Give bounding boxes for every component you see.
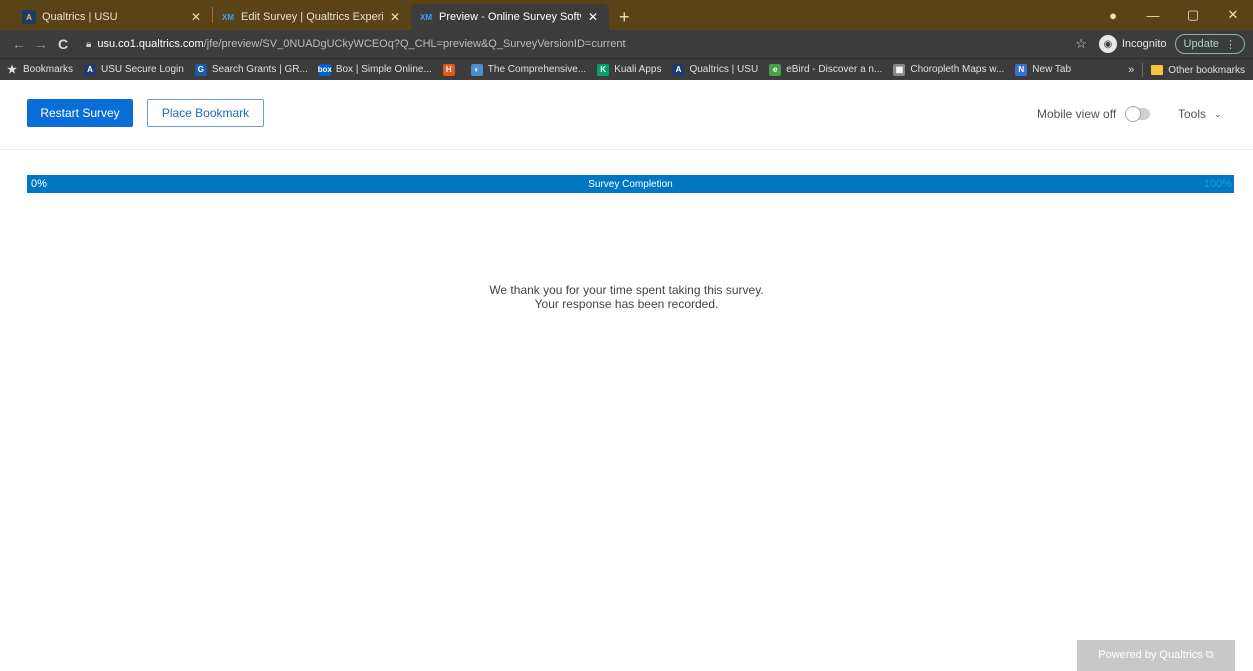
bookmark-item[interactable]: G Search Grants | GR... bbox=[194, 63, 308, 76]
survey-progress-bar: 0% Survey Completion 100% bbox=[27, 175, 1234, 193]
tools-menu[interactable]: Tools ⌄ bbox=[1178, 107, 1222, 121]
restart-survey-button[interactable]: Restart Survey bbox=[27, 99, 133, 127]
xm-logo-icon: XM bbox=[222, 12, 234, 22]
bookmark-favicon-icon: H bbox=[442, 63, 455, 76]
bookmark-label: New Tab bbox=[1032, 64, 1072, 75]
bookmark-item[interactable]: ▦ Choropleth Maps w... bbox=[893, 63, 1005, 76]
bookmark-label: Kuali Apps bbox=[614, 64, 662, 75]
bookmark-favicon-icon: N bbox=[1015, 63, 1028, 76]
tab-title: Preview - Online Survey Software bbox=[439, 11, 581, 23]
place-bookmark-button[interactable]: Place Bookmark bbox=[147, 99, 264, 127]
bookmark-label: Box | Simple Online... bbox=[335, 64, 432, 75]
mobile-view-toggle[interactable] bbox=[1125, 106, 1151, 122]
address-bar[interactable]: 🔒︎ usu.co1.qualtrics.com /jfe/preview/SV… bbox=[78, 33, 1075, 55]
bookmark-label: Bookmarks bbox=[23, 64, 74, 75]
incognito-icon: ◉ bbox=[1098, 35, 1117, 53]
bookmark-label: eBird - Discover a n... bbox=[786, 64, 883, 75]
bookmark-favicon-icon: ▦ bbox=[893, 63, 906, 76]
incognito-indicator[interactable]: ◉ Incognito bbox=[1098, 35, 1167, 53]
close-icon[interactable]: ✕ bbox=[585, 10, 601, 24]
bookmark-item[interactable]: A Qualtrics | USU bbox=[672, 63, 759, 76]
reload-icon[interactable]: C bbox=[52, 36, 74, 52]
back-arrow-icon[interactable]: ← bbox=[8, 36, 30, 52]
tab-preview[interactable]: XM Preview - Online Survey Software ✕ bbox=[411, 4, 609, 30]
browser-chrome: A Qualtrics | USU ✕ XM Edit Survey | Qua… bbox=[0, 0, 1253, 80]
new-tab-button[interactable]: + bbox=[609, 4, 640, 30]
bookmark-item[interactable]: H bbox=[442, 63, 460, 76]
bookmark-label: The Comprehensive... bbox=[487, 64, 587, 75]
tools-label: Tools bbox=[1178, 107, 1207, 121]
tab-edit-survey[interactable]: XM Edit Survey | Qualtrics Experience ✕ bbox=[213, 4, 411, 30]
incognito-label: Incognito bbox=[1121, 38, 1167, 50]
bookmark-item[interactable]: A USU Secure Login bbox=[84, 63, 184, 76]
survey-page: Restart Survey Place Bookmark Mobile vie… bbox=[0, 80, 1253, 671]
bookmark-item[interactable]: e eBird - Discover a n... bbox=[769, 63, 883, 76]
address-host: usu.co1.qualtrics.com bbox=[97, 38, 204, 50]
bookmark-favicon-icon: G bbox=[194, 63, 207, 76]
progress-center-label: Survey Completion bbox=[588, 178, 673, 190]
minimize-icon[interactable]: — bbox=[1133, 8, 1173, 23]
bookmark-label: USU Secure Login bbox=[101, 64, 184, 75]
close-icon[interactable]: ✕ bbox=[387, 10, 403, 24]
kebab-menu-icon: ⋮ bbox=[1225, 38, 1236, 51]
powered-by-qualtrics-link[interactable]: Powered by Qualtrics ⧉ bbox=[1077, 640, 1235, 671]
bookmark-favicon-icon: K bbox=[597, 63, 610, 76]
bookmark-label: Search Grants | GR... bbox=[211, 64, 308, 75]
address-path: /jfe/preview/SV_0NUADgUCkyWCEOq?Q_CHL=pr… bbox=[203, 38, 626, 50]
lock-icon: 🔒︎ bbox=[86, 38, 92, 50]
bookmark-favicon-icon: A bbox=[84, 63, 97, 76]
tab-strip: A Qualtrics | USU ✕ XM Edit Survey | Qua… bbox=[0, 0, 1253, 30]
tab-title: Qualtrics | USU bbox=[42, 11, 118, 23]
chevron-down-icon: ⌄ bbox=[1214, 108, 1222, 119]
close-window-icon[interactable]: ✕ bbox=[1213, 7, 1253, 23]
bookmark-label: Qualtrics | USU bbox=[689, 64, 759, 75]
end-of-survey-message: We thank you for your time spent taking … bbox=[0, 283, 1253, 311]
usu-logo-icon: A bbox=[22, 10, 36, 24]
forward-arrow-icon[interactable]: → bbox=[30, 36, 52, 52]
tab-title: Edit Survey | Qualtrics Experience bbox=[241, 11, 383, 23]
bookmarks-right: » Other bookmarks bbox=[1128, 59, 1245, 80]
mobile-view-label: Mobile view off bbox=[1037, 107, 1117, 121]
divider bbox=[1142, 63, 1144, 77]
tab-qualtrics-usu[interactable]: A Qualtrics | USU ✕ bbox=[14, 4, 212, 30]
bookmark-favicon-icon: ◐ bbox=[470, 63, 483, 76]
bookmark-item[interactable]: N New Tab bbox=[1015, 63, 1072, 76]
folder-icon bbox=[1151, 65, 1164, 75]
close-icon[interactable]: ✕ bbox=[188, 10, 204, 24]
bookmark-favicon-icon: ★ bbox=[7, 64, 17, 76]
progress-end-label: 100% bbox=[1203, 178, 1232, 190]
thanks-line-2: Your response has been recorded. bbox=[534, 297, 719, 311]
bookmark-item[interactable]: ◐ The Comprehensive... bbox=[470, 63, 587, 76]
xm-logo-icon: XM bbox=[420, 12, 432, 22]
bookmark-item[interactable]: box Box | Simple Online... bbox=[317, 63, 432, 76]
survey-header: Restart Survey Place Bookmark Mobile vie… bbox=[0, 80, 1253, 150]
mobile-view-control[interactable]: Mobile view off bbox=[1037, 106, 1151, 122]
bookmark-label: Choropleth Maps w... bbox=[910, 64, 1005, 75]
thanks-line-1: We thank you for your time spent taking … bbox=[489, 283, 764, 297]
update-label: Update bbox=[1183, 38, 1219, 50]
bookmark-star-icon[interactable]: ☆ bbox=[1075, 36, 1087, 52]
browser-toolbar: ← → C 🔒︎ usu.co1.qualtrics.com /jfe/prev… bbox=[0, 30, 1253, 58]
other-bookmarks-link[interactable]: Other bookmarks bbox=[1168, 65, 1245, 76]
bookmark-item[interactable]: K Kuali Apps bbox=[597, 63, 662, 76]
profile-menu-icon[interactable]: ● bbox=[1093, 8, 1133, 23]
maximize-icon[interactable]: ▢ bbox=[1173, 7, 1213, 23]
window-controls: ● — ▢ ✕ bbox=[1093, 0, 1253, 30]
bookmarks-overflow-button[interactable]: » bbox=[1128, 64, 1134, 76]
bookmark-favicon-icon: A bbox=[672, 63, 685, 76]
bookmark-favicon-icon: e bbox=[769, 63, 782, 76]
bookmark-favicon-icon: box bbox=[317, 63, 332, 76]
bookmark-item[interactable]: ★ Bookmarks bbox=[6, 64, 73, 76]
update-button[interactable]: Update ⋮ bbox=[1174, 34, 1245, 54]
bookmarks-bar: ★ Bookmarks A USU Secure Login G Search Grant… bbox=[0, 58, 1253, 80]
